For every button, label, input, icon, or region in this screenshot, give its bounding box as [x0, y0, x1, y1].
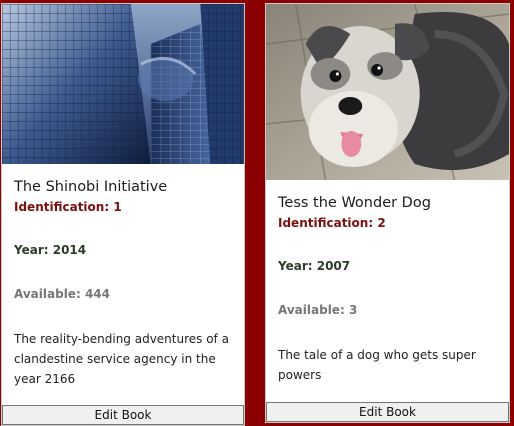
identification-value: 1: [113, 200, 122, 214]
book-identification: Identification: 2: [278, 215, 501, 231]
dog-photo: [266, 4, 509, 180]
identification-value: 2: [377, 216, 386, 230]
book-cover-image: [2, 4, 244, 164]
book-description: The reality-bending adventures of a clan…: [14, 332, 229, 386]
book-details: Tess the Wonder Dog Identification: 2 Ye…: [278, 193, 501, 385]
skyscraper-photo: [2, 4, 244, 164]
book-available: Available: 444: [14, 286, 236, 302]
identification-label: Identification:: [14, 200, 110, 214]
year-value: 2007: [316, 259, 351, 273]
edit-book-button[interactable]: Edit Book: [266, 402, 509, 422]
available-label: Available:: [278, 303, 345, 317]
book-available: Available: 3: [278, 302, 501, 318]
book-cover-image: [266, 4, 509, 180]
book-grid: The Shinobi Initiative Identification: 1…: [0, 0, 514, 426]
year-value: 2014: [52, 243, 87, 257]
book-year: Year: 2007: [278, 258, 501, 274]
available-value: 3: [348, 303, 358, 317]
book-identification: Identification: 1: [14, 199, 236, 215]
book-title: Tess the Wonder Dog: [278, 195, 431, 211]
available-value: 444: [84, 287, 110, 301]
book-card: Tess the Wonder Dog Identification: 2 Ye…: [265, 3, 510, 423]
year-label: Year:: [278, 259, 313, 273]
book-card: The Shinobi Initiative Identification: 1…: [1, 3, 245, 426]
book-title: The Shinobi Initiative: [14, 179, 168, 195]
book-year: Year: 2014: [14, 242, 236, 258]
edit-book-button[interactable]: Edit Book: [2, 405, 244, 425]
year-label: Year:: [14, 243, 49, 257]
identification-label: Identification:: [278, 216, 374, 230]
book-details: The Shinobi Initiative Identification: 1…: [14, 177, 236, 389]
book-description: The tale of a dog who gets super powers: [278, 348, 476, 382]
available-label: Available:: [14, 287, 81, 301]
